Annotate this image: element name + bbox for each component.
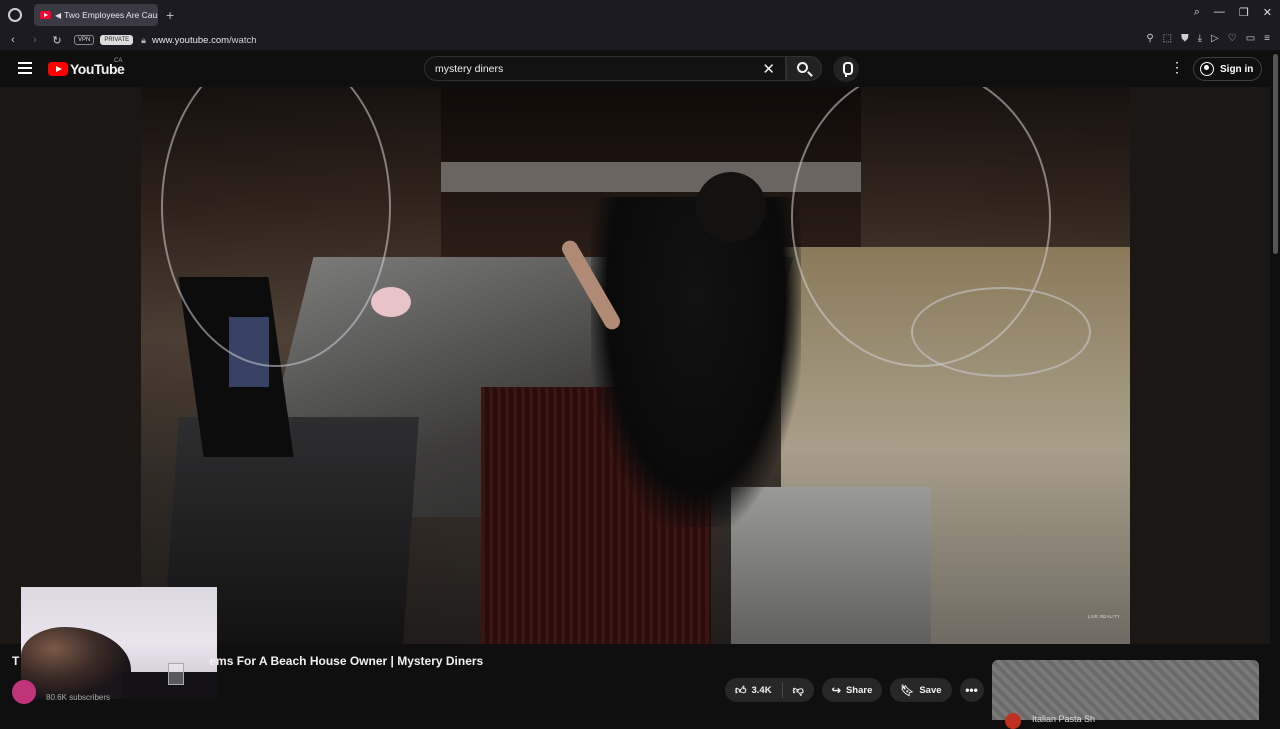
forward-icon[interactable]: ›	[26, 34, 44, 46]
url-host: www.youtube.com	[151, 34, 230, 46]
player-icon[interactable]: ▷	[1211, 33, 1219, 44]
scene-flowers	[371, 287, 411, 317]
search-input[interactable]: mystery diners ✕	[424, 56, 786, 81]
recommended-thumbnail[interactable]	[992, 660, 1259, 720]
save-label: Save	[919, 684, 942, 696]
youtube-play-icon	[48, 62, 68, 76]
recommended-channel-name[interactable]: Italian Pasta Sh	[1032, 714, 1095, 724]
browser-nav-bar: ‹ › ↻ VPN PRIVATE 🔒︎ www.youtube.com/wat…	[0, 30, 1280, 50]
subscriber-count: 80.6K subscribers	[46, 693, 111, 702]
thumb-up-icon: 👍︎	[735, 684, 747, 697]
mic-icon[interactable]	[833, 56, 859, 82]
scene-glass-bowl	[911, 287, 1091, 377]
snapshot-icon[interactable]: ⬚	[1163, 33, 1172, 44]
user-circle-icon	[1200, 62, 1214, 76]
video-actions: 👍︎ 3.4K 👎︎ ↪ Share 🔖︎ Save •••	[725, 678, 984, 702]
youtube-favicon-icon	[40, 11, 51, 19]
window-controls: ⌕ — ❐ ✕	[1194, 6, 1272, 19]
search-query: mystery diners	[435, 63, 504, 75]
close-window-icon[interactable]: ✕	[1263, 6, 1272, 19]
search-tabs-icon[interactable]: ⌕	[1194, 6, 1200, 19]
dislike-button[interactable]: 👎︎	[783, 684, 814, 697]
url-path: /watch	[229, 34, 257, 46]
speaker-icon[interactable]: ◀	[55, 11, 61, 20]
browser-logo-icon[interactable]	[8, 8, 22, 22]
channel-avatar[interactable]	[12, 680, 36, 704]
sign-in-button[interactable]: Sign in	[1193, 57, 1263, 81]
save-button[interactable]: 🔖︎ Save	[890, 678, 952, 702]
webcam-overlay	[21, 587, 217, 699]
video-title-start: T	[12, 654, 20, 668]
youtube-logo[interactable]: YouTube	[48, 61, 125, 77]
hamburger-icon[interactable]	[18, 62, 32, 74]
video-frame[interactable]: LIVE REALITY	[141, 87, 1130, 644]
bookmark-icon: 🔖︎	[900, 684, 915, 697]
toolbar-icons: ⚲ ⬚ ⛊ ⤓ ▷ ♡ ▭ ≡	[1146, 33, 1270, 44]
tab-title: Two Employees Are Causing Problems For A…	[64, 10, 158, 20]
like-button[interactable]: 👍︎ 3.4K	[725, 682, 783, 698]
address-bar[interactable]: www.youtube.com/watch	[152, 35, 257, 46]
wallet-icon[interactable]: ▭	[1246, 33, 1255, 44]
menu-icon[interactable]: ≡	[1264, 33, 1270, 44]
download-icon[interactable]: ⤓	[1198, 33, 1202, 44]
shield-icon[interactable]: ⛊	[1181, 33, 1189, 44]
lock-icon[interactable]: 🔒︎	[141, 35, 146, 46]
share-label: Share	[845, 684, 873, 696]
share-icon: ↪	[831, 684, 841, 697]
country-code: CA	[114, 58, 123, 64]
like-dislike-group: 👍︎ 3.4K 👎︎	[725, 678, 814, 702]
search-button[interactable]	[786, 56, 822, 81]
video-player[interactable]: LIVE REALITY	[0, 87, 1270, 644]
browser-tab-bar: ◀ Two Employees Are Causing Problems For…	[0, 0, 1280, 30]
new-tab-button[interactable]: +	[166, 7, 174, 23]
search-icon	[797, 62, 808, 73]
private-badge: PRIVATE	[100, 35, 134, 45]
thumb-down-icon: 👎︎	[792, 684, 804, 697]
recommended-channel-avatar[interactable]	[1005, 713, 1021, 729]
reload-icon[interactable]: ↻	[48, 34, 66, 47]
browser-tab[interactable]: ◀ Two Employees Are Causing Problems For…	[34, 4, 158, 26]
video-title: Tems For A Beach House Owner | Mystery D…	[12, 654, 483, 668]
back-icon[interactable]: ‹	[4, 34, 22, 46]
youtube-masthead: YouTube CA mystery diners ✕ ⋮ Sign in	[0, 50, 1280, 87]
restore-icon[interactable]: ❐	[1239, 6, 1249, 19]
vpn-badge[interactable]: VPN	[74, 35, 95, 45]
more-horiz-icon[interactable]: •••	[959, 678, 984, 702]
video-title-text: ems For A Beach House Owner | Mystery Di…	[209, 654, 484, 668]
scene-worker-head	[696, 172, 766, 242]
pin-icon[interactable]: ⚲	[1146, 33, 1153, 44]
scrollbar-thumb[interactable]	[1273, 54, 1278, 254]
minimize-icon[interactable]: —	[1214, 6, 1225, 19]
share-button[interactable]: ↪ Share	[821, 678, 883, 702]
heart-icon[interactable]: ♡	[1228, 33, 1237, 44]
video-watermark: LIVE REALITY	[1087, 614, 1120, 619]
more-vert-icon[interactable]: ⋮	[1170, 59, 1184, 76]
like-count: 3.4K	[751, 684, 772, 696]
clear-icon[interactable]: ✕	[762, 60, 775, 78]
scene-worker	[591, 197, 801, 527]
sign-in-label: Sign in	[1220, 63, 1254, 75]
